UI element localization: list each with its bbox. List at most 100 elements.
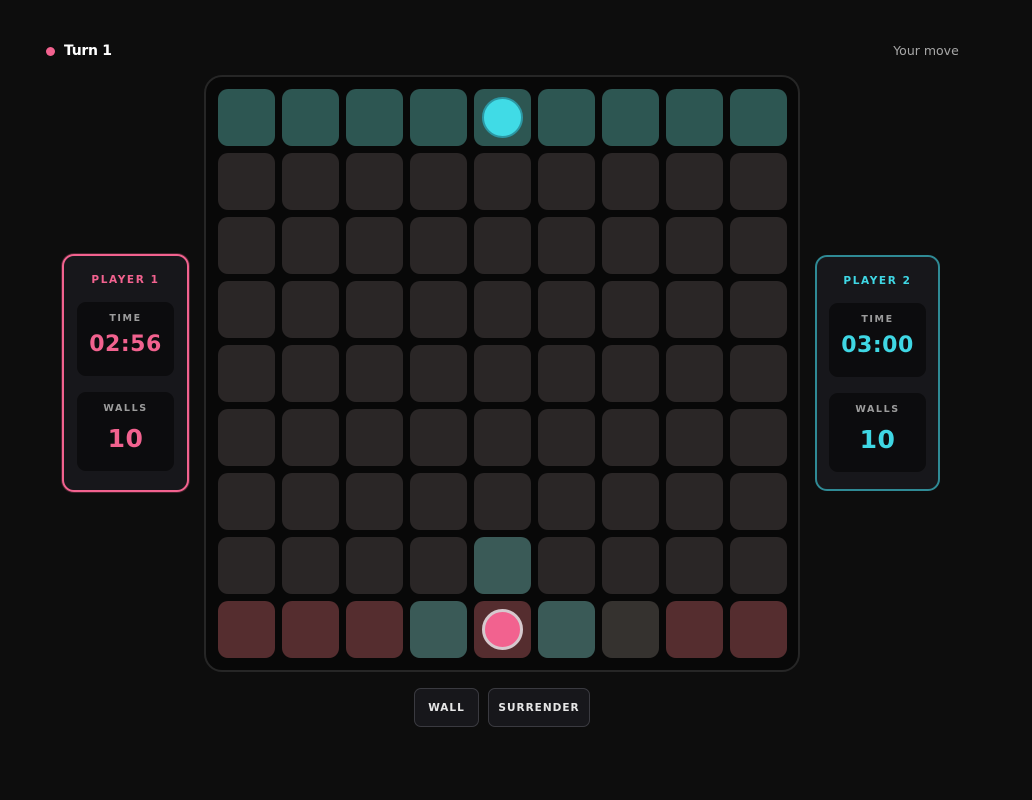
board-cell[interactable] [666, 217, 723, 274]
board-cell[interactable] [218, 217, 275, 274]
board-cell[interactable] [218, 153, 275, 210]
board-cell-player-1-goal[interactable] [474, 601, 531, 658]
board-cell[interactable] [730, 281, 787, 338]
board-cell[interactable] [666, 409, 723, 466]
player-2-time-value: 03:00 [841, 333, 914, 358]
player-2-walls: WALLS 10 [829, 393, 926, 472]
board-cell-player-1-goal[interactable] [218, 601, 275, 658]
board-cell[interactable] [538, 153, 595, 210]
wall-button[interactable]: WALL [414, 688, 479, 727]
board-cell[interactable] [282, 473, 339, 530]
board-cell-player-1-goal[interactable] [346, 601, 403, 658]
board-cell[interactable] [218, 473, 275, 530]
move-status: Your move [893, 43, 959, 58]
board-cell[interactable] [538, 409, 595, 466]
board-cell[interactable] [538, 537, 595, 594]
board-cell[interactable] [218, 345, 275, 402]
board-cell-valid-move[interactable] [538, 601, 595, 658]
board-cell[interactable] [730, 409, 787, 466]
board-cell-valid-move[interactable] [410, 601, 467, 658]
board-cell-player-2-goal[interactable] [282, 89, 339, 146]
player-1-walls-value: 10 [107, 424, 144, 453]
board-cell[interactable] [538, 473, 595, 530]
active-player-dot-icon [46, 46, 55, 56]
player-2-walls-value: 10 [859, 425, 896, 454]
board-cell[interactable] [410, 153, 467, 210]
board-cell[interactable] [410, 217, 467, 274]
player-2-timer: TIME 03:00 [829, 303, 926, 377]
board-cell[interactable] [730, 473, 787, 530]
board-cell[interactable] [730, 537, 787, 594]
board-cell[interactable] [730, 153, 787, 210]
board-cell[interactable] [666, 345, 723, 402]
board-cell-player-2-goal[interactable] [346, 89, 403, 146]
board-cell[interactable] [410, 345, 467, 402]
board-cell-player-2-goal[interactable] [666, 89, 723, 146]
board-cell[interactable] [602, 537, 659, 594]
board-cell[interactable] [346, 281, 403, 338]
board-cell[interactable] [666, 153, 723, 210]
board-cell[interactable] [346, 153, 403, 210]
board-cell[interactable] [282, 281, 339, 338]
board-cell[interactable] [410, 281, 467, 338]
board-cell[interactable] [218, 537, 275, 594]
board-cell-player-1-goal[interactable] [666, 601, 723, 658]
board-cell[interactable] [474, 217, 531, 274]
board-cell[interactable] [410, 409, 467, 466]
player-1-title: PLAYER 1 [91, 274, 160, 286]
board-cell[interactable] [346, 409, 403, 466]
player-1-pawn[interactable] [482, 609, 523, 650]
board-cell[interactable] [602, 281, 659, 338]
board-cell[interactable] [218, 281, 275, 338]
board-cell[interactable] [346, 537, 403, 594]
board-cell[interactable] [666, 473, 723, 530]
board-cell-player-1-goal[interactable] [730, 601, 787, 658]
board-cell-player-2-goal[interactable] [730, 89, 787, 146]
turn-indicator: Turn 1 [46, 41, 112, 61]
board-cell[interactable] [602, 345, 659, 402]
board-cell[interactable] [602, 217, 659, 274]
game-board [204, 75, 800, 672]
board-cell[interactable] [666, 281, 723, 338]
board-cell[interactable] [474, 473, 531, 530]
board-cell[interactable] [538, 345, 595, 402]
board-cell[interactable] [282, 409, 339, 466]
board-cell[interactable] [730, 217, 787, 274]
board-cell-player-2-goal[interactable] [538, 89, 595, 146]
time-label: TIME [861, 314, 894, 325]
board-cell[interactable] [538, 281, 595, 338]
board-cell[interactable] [474, 409, 531, 466]
board-cell-player-1-goal[interactable] [282, 601, 339, 658]
player-2-title: PLAYER 2 [843, 275, 912, 287]
board-cell[interactable] [410, 537, 467, 594]
board-cell-player-2-goal[interactable] [218, 89, 275, 146]
board-cell[interactable] [282, 537, 339, 594]
board-cell[interactable] [346, 345, 403, 402]
player-2-pawn[interactable] [482, 97, 523, 138]
walls-label: WALLS [855, 404, 900, 415]
board-cell[interactable] [602, 153, 659, 210]
board-cell-valid-move[interactable] [474, 537, 531, 594]
surrender-button[interactable]: SURRENDER [488, 688, 590, 727]
board-cell-blocked[interactable] [602, 601, 659, 658]
board-cell[interactable] [602, 473, 659, 530]
board-cell[interactable] [474, 345, 531, 402]
board-cell[interactable] [410, 473, 467, 530]
board-cell[interactable] [474, 153, 531, 210]
board-cell[interactable] [282, 345, 339, 402]
board-cell-player-2-goal[interactable] [602, 89, 659, 146]
board-cell[interactable] [346, 217, 403, 274]
player-1-time-value: 02:56 [89, 332, 162, 357]
board-cell[interactable] [602, 409, 659, 466]
board-cell-player-2-goal[interactable] [474, 89, 531, 146]
board-cell[interactable] [730, 345, 787, 402]
turn-label: Turn 1 [64, 43, 112, 59]
board-cell[interactable] [282, 217, 339, 274]
board-cell-player-2-goal[interactable] [410, 89, 467, 146]
board-cell[interactable] [538, 217, 595, 274]
board-cell[interactable] [218, 409, 275, 466]
board-cell[interactable] [282, 153, 339, 210]
board-cell[interactable] [666, 537, 723, 594]
board-cell[interactable] [346, 473, 403, 530]
board-cell[interactable] [474, 281, 531, 338]
